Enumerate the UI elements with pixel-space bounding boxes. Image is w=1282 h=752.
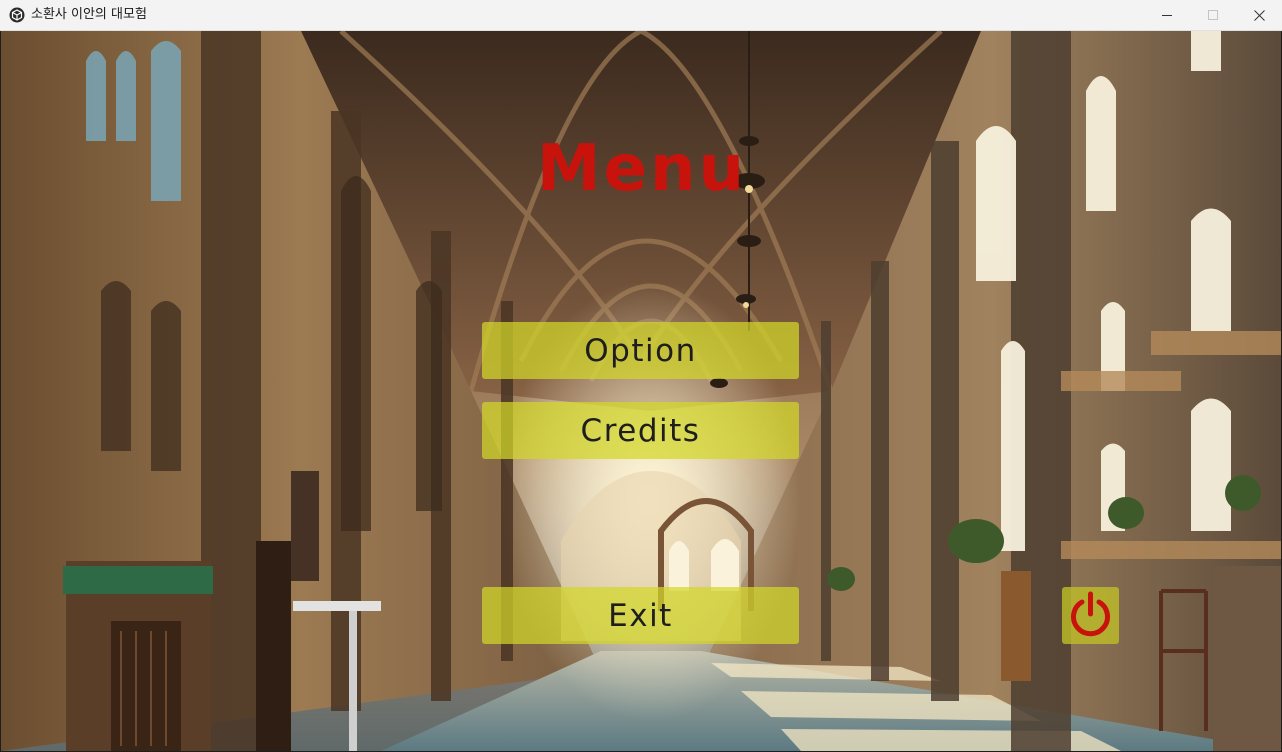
close-button[interactable] [1236, 0, 1282, 31]
power-button[interactable] [1062, 587, 1119, 644]
exit-button[interactable]: Exit [482, 587, 799, 644]
power-icon [1071, 591, 1110, 637]
credits-button[interactable]: Credits [482, 402, 799, 459]
window-title: 소환사 이안의 대모험 [31, 7, 147, 22]
maximize-icon [1208, 10, 1218, 20]
minimize-button[interactable] [1144, 0, 1190, 31]
option-button[interactable]: Option [482, 322, 799, 379]
close-icon [1254, 10, 1265, 21]
window-titlebar: 소환사 이안의 대모험 [0, 0, 1282, 31]
maximize-button[interactable] [1190, 0, 1236, 31]
unity-cube-icon [9, 7, 25, 23]
menu-title: Menu [536, 132, 748, 206]
minimize-icon [1162, 15, 1172, 16]
